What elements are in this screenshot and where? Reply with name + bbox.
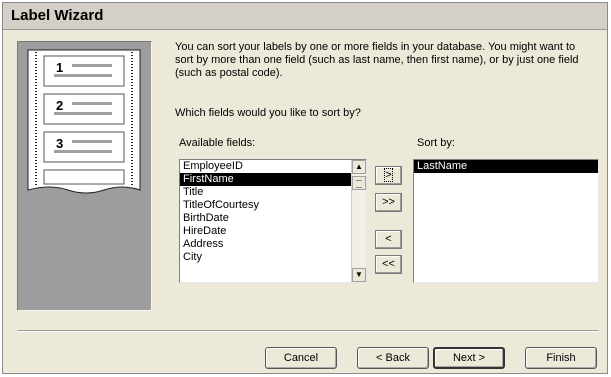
list-item[interactable]: Address — [180, 238, 366, 251]
vertical-scrollbar[interactable]: ▲ ▼ — [351, 160, 366, 282]
list-item[interactable]: Title — [180, 186, 366, 199]
list-item[interactable]: City — [180, 251, 366, 264]
list-item-selected[interactable]: LastName — [414, 160, 598, 173]
available-fields-label: Available fields: — [179, 137, 256, 149]
label-sheet-icon: 1 2 3 — [27, 49, 141, 194]
next-button[interactable]: Next > — [433, 347, 505, 369]
list-item[interactable]: BirthDate — [180, 212, 366, 225]
label-number-2: 2 — [56, 98, 63, 113]
add-one-button[interactable]: > — [375, 166, 402, 185]
add-one-label: > — [384, 168, 393, 182]
intro-text: You can sort your labels by one or more … — [175, 41, 579, 79]
add-all-button[interactable]: >> — [375, 193, 402, 212]
list-item[interactable]: HireDate — [180, 225, 366, 238]
available-fields-list[interactable]: EmployeeID FirstName Title TitleOfCourte… — [179, 159, 367, 283]
label-wizard-window: Label Wizard 1 2 3 You can sort your lab… — [2, 2, 608, 374]
cancel-button[interactable]: Cancel — [265, 347, 337, 369]
list-item[interactable]: EmployeeID — [180, 160, 366, 173]
scroll-down-icon[interactable]: ▼ — [352, 268, 366, 282]
window-title: Label Wizard — [11, 7, 104, 24]
label-number-3: 3 — [56, 136, 63, 151]
finish-button[interactable]: Finish — [525, 347, 597, 369]
list-item-selected[interactable]: FirstName — [180, 173, 366, 186]
scroll-up-icon[interactable]: ▲ — [352, 160, 366, 174]
scroll-thumb[interactable] — [352, 176, 366, 190]
sort-by-label: Sort by: — [417, 137, 455, 149]
footer-divider — [17, 330, 599, 332]
list-item[interactable]: TitleOfCourtesy — [180, 199, 366, 212]
label-sheet-illustration: 1 2 3 — [17, 41, 152, 311]
sort-question: Which fields would you like to sort by? — [175, 107, 361, 119]
back-button[interactable]: < Back — [357, 347, 429, 369]
remove-one-button[interactable]: < — [375, 230, 402, 249]
sort-by-list[interactable]: LastName — [413, 159, 599, 283]
label-number-1: 1 — [56, 60, 63, 75]
remove-all-button[interactable]: << — [375, 255, 402, 274]
title-bar: Label Wizard — [3, 3, 607, 30]
